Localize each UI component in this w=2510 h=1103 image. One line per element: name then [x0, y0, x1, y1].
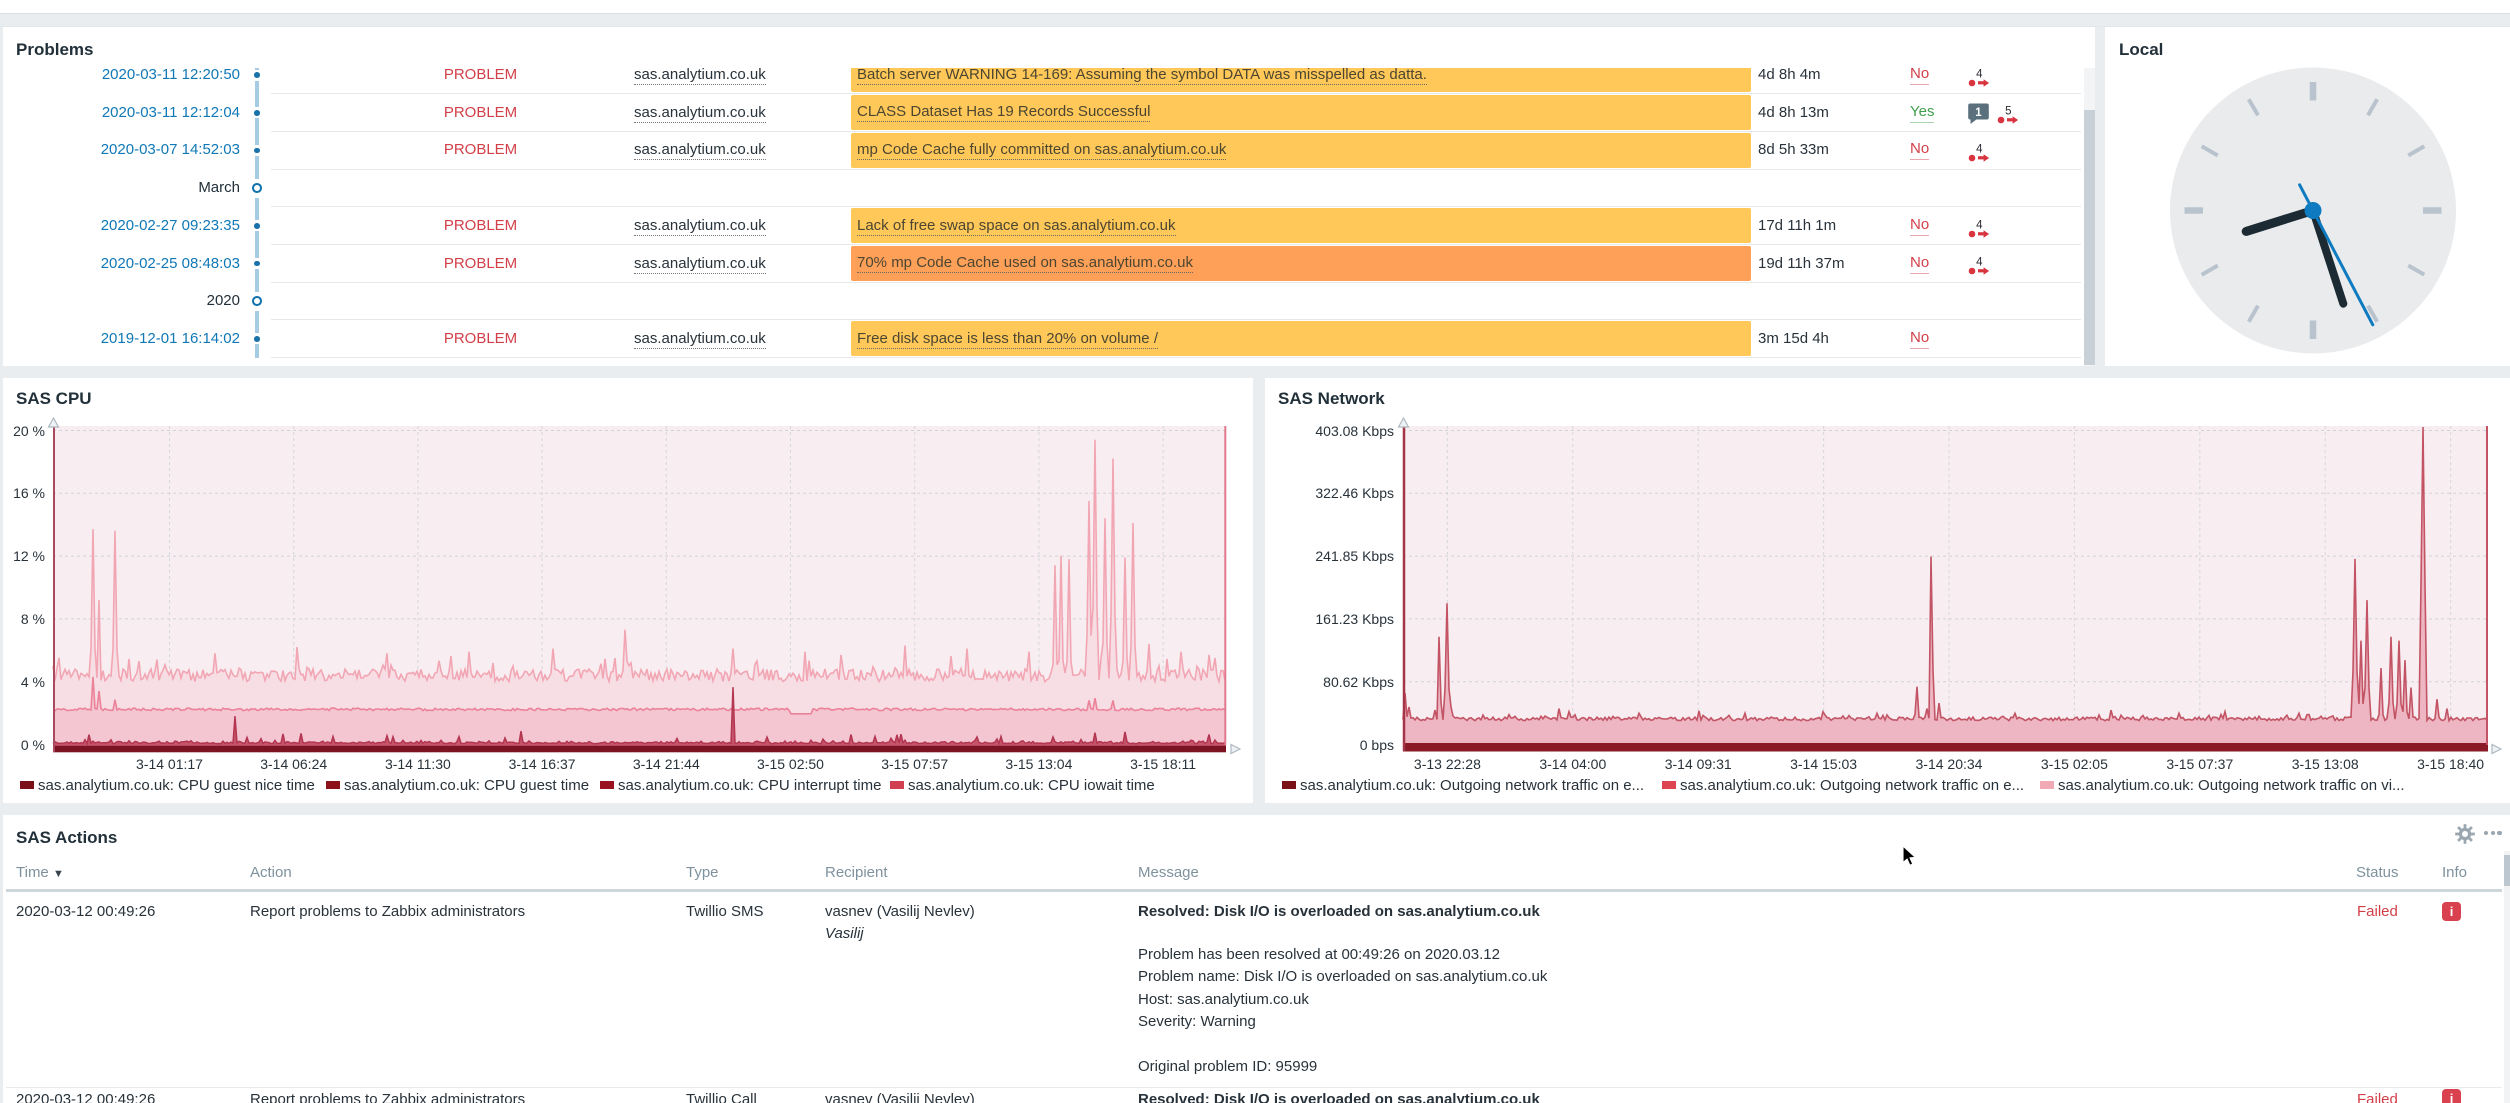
svg-text:4: 4: [1976, 219, 1983, 231]
svg-text:4: 4: [1976, 257, 1983, 269]
svg-text:4: 4: [1976, 68, 1983, 80]
svg-text:1: 1: [1976, 107, 1983, 119]
svg-text:4: 4: [1976, 144, 1983, 156]
svg-text:5: 5: [2005, 106, 2011, 118]
